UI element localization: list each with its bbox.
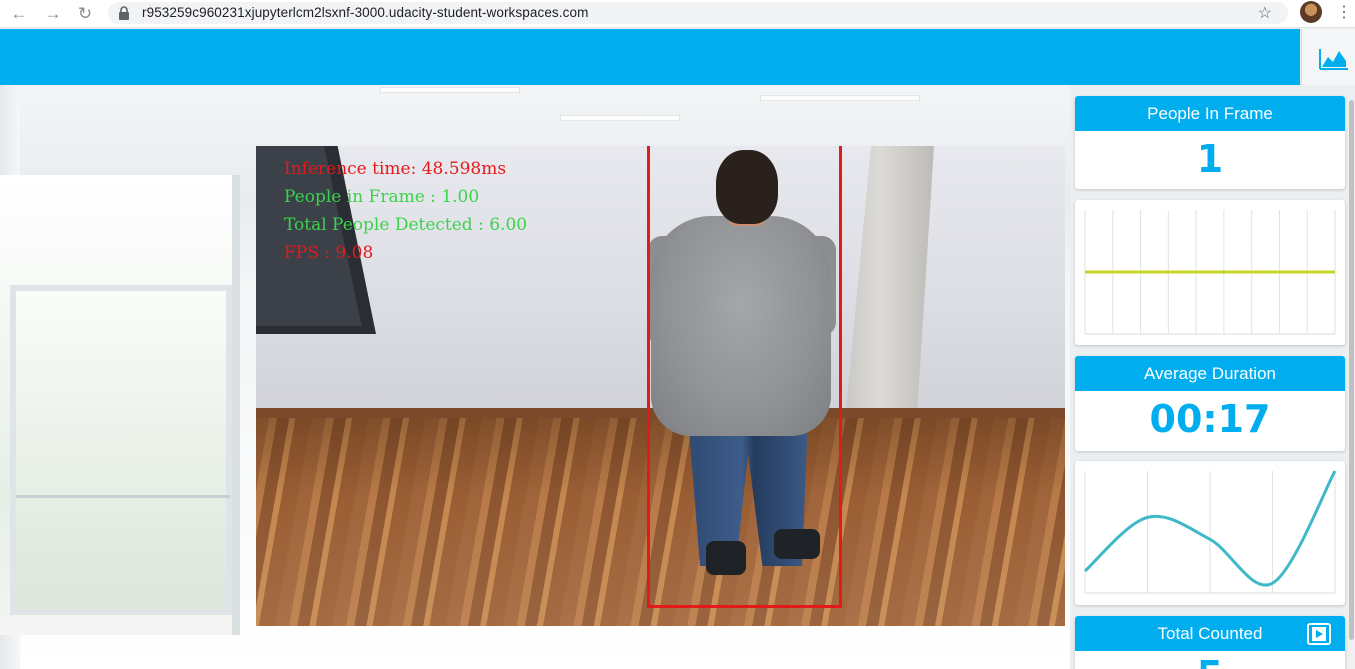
arrow-left-icon[interactable]: ←: [8, 3, 30, 25]
scrollbar-thumb[interactable]: [1349, 100, 1354, 640]
url-text: r953259c960231xjupyterlcm2lsxnf-3000.uda…: [142, 5, 589, 20]
people-in-frame-card: People In Frame 1: [1075, 96, 1345, 189]
total-counted-value: 5: [1075, 651, 1345, 669]
people-chart-card: [1075, 200, 1345, 345]
browser-toolbar: ← → ↻ r953259c960231xjupyterlcm2lsxnf-30…: [0, 0, 1355, 28]
lock-icon: [119, 6, 129, 20]
people-in-frame-text: People in Frame : 1.00: [284, 187, 480, 207]
people-in-frame-chart: [1084, 210, 1336, 335]
address-bar[interactable]: r953259c960231xjupyterlcm2lsxnf-3000.uda…: [108, 2, 1288, 24]
area-chart-icon: [1319, 49, 1348, 70]
app-header: [0, 29, 1300, 85]
average-duration-card: Average Duration 00:17: [1075, 356, 1345, 451]
video-feed: Inference time: 48.598ms People in Frame…: [256, 146, 1065, 626]
people-in-frame-value: 1: [1196, 137, 1224, 181]
people-in-frame-title: People In Frame: [1075, 96, 1345, 131]
reload-icon[interactable]: ↻: [74, 3, 96, 25]
inference-time-text: Inference time: 48.598ms: [284, 159, 507, 179]
detection-bounding-box: [647, 146, 842, 608]
total-counted-title: Total Counted: [1075, 616, 1345, 651]
total-detected-text: Total People Detected : 6.00: [284, 215, 528, 235]
play-icon[interactable]: [1307, 623, 1331, 645]
avatar[interactable]: [1300, 1, 1322, 23]
fps-text: FPS : 9.08: [284, 243, 374, 263]
star-icon[interactable]: ☆: [1258, 3, 1272, 23]
kebab-menu-icon[interactable]: ⋮: [1336, 3, 1352, 23]
chart-toggle-button[interactable]: [1301, 29, 1355, 85]
average-duration-chart: [1083, 470, 1337, 594]
arrow-right-icon[interactable]: →: [42, 3, 64, 25]
total-counted-card: Total Counted 5: [1075, 616, 1345, 669]
duration-chart-card: [1075, 461, 1345, 605]
total-counted-title-text: Total Counted: [1157, 624, 1263, 643]
average-duration-value: 00:17: [1149, 397, 1271, 441]
average-duration-title: Average Duration: [1075, 356, 1345, 391]
